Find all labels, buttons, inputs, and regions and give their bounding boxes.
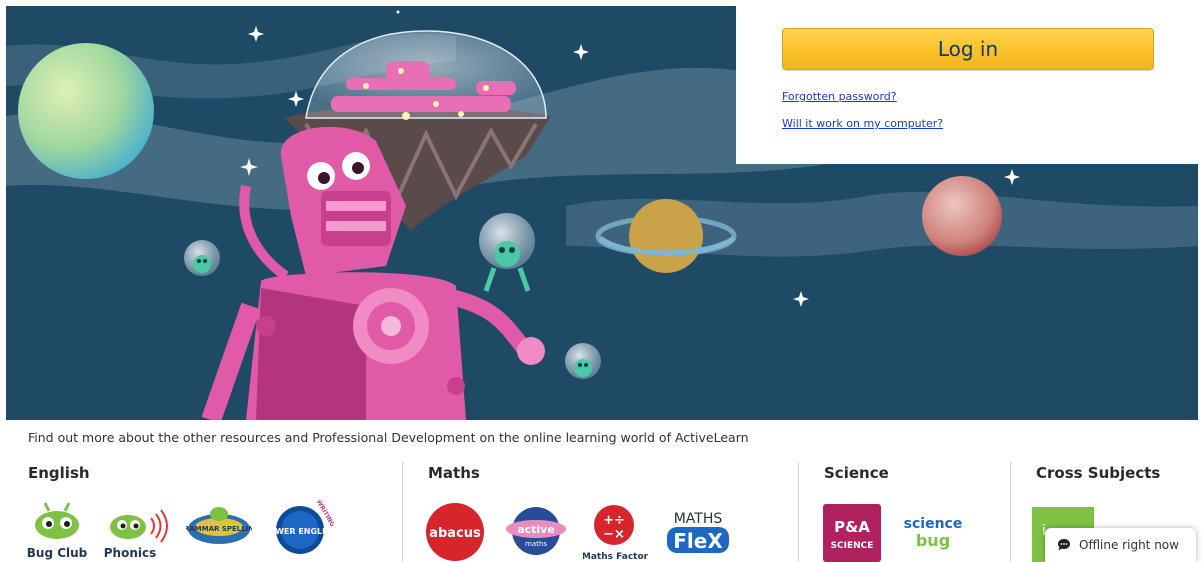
grammar-spelling-logo[interactable]: GRAMMAR SPELLING (186, 504, 252, 550)
english-heading: English (28, 464, 90, 482)
phonics-logo[interactable]: Phonics (103, 500, 169, 562)
power-english-label: POWER ENGLISH (270, 527, 334, 536)
login-panel: Log in Forgotten password? Will it work … (736, 0, 1199, 164)
pa-science-bottom: SCIENCE (831, 541, 874, 551)
cross-subjects-heading: Cross Subjects (1036, 464, 1161, 482)
maths-heading: Maths (428, 464, 480, 482)
grammar-spelling-label: GRAMMAR SPELLING (186, 525, 252, 533)
active-maths-bottom: maths (525, 540, 547, 548)
active-maths-logo[interactable]: active maths (505, 506, 567, 556)
science-bug-logo[interactable]: science bug (900, 510, 966, 554)
bug-club-label: Bug Club (27, 546, 87, 560)
science-bug-top: science (904, 516, 963, 532)
svg-text:+÷: +÷ (603, 513, 625, 528)
pa-science-top: P&A (834, 518, 870, 536)
divider (1010, 462, 1011, 562)
pa-science-logo[interactable]: P&A SCIENCE (823, 504, 881, 562)
green-planet (18, 43, 154, 179)
phonics-label: Phonics (104, 546, 157, 560)
offline-chat-badge[interactable]: Offline right now (1045, 528, 1196, 562)
login-button-label: Log in (937, 37, 999, 61)
intro-text: Find out more about the other resources … (28, 430, 749, 445)
computer-compatibility-link[interactable]: Will it work on my computer? (782, 117, 943, 130)
offline-label: Offline right now (1079, 538, 1179, 552)
science-heading: Science (824, 464, 889, 482)
alien-right (565, 343, 601, 379)
maths-flex-bottom: FleX (673, 529, 723, 553)
bug-club-logo[interactable]: Bug Club (27, 500, 87, 562)
maths-factor-logo[interactable]: +÷ −× Maths Factor (583, 503, 649, 561)
maths-flex-top: MATHS (674, 511, 723, 527)
divider (798, 462, 799, 562)
active-maths-top: active (517, 523, 555, 536)
abacus-label: abacus (429, 526, 481, 541)
chat-bubble-icon (1058, 539, 1070, 551)
forgotten-password-link[interactable]: Forgotten password? (782, 90, 897, 103)
science-bug-bottom: bug (916, 531, 950, 550)
maths-factor-label: Maths Factor (583, 552, 649, 561)
svg-text:−×: −× (603, 527, 625, 542)
page: Log in Forgotten password? Will it work … (0, 0, 1203, 562)
divider (402, 462, 403, 562)
abacus-logo[interactable]: abacus (425, 502, 485, 562)
maths-flex-logo[interactable]: MATHS FleX (663, 506, 733, 556)
red-planet (922, 176, 1002, 256)
login-button[interactable]: Log in (782, 28, 1154, 70)
power-english-logo[interactable]: POWER ENGLISH WRITING (270, 500, 334, 556)
alien-middle (479, 213, 535, 292)
alien-left (184, 240, 220, 276)
